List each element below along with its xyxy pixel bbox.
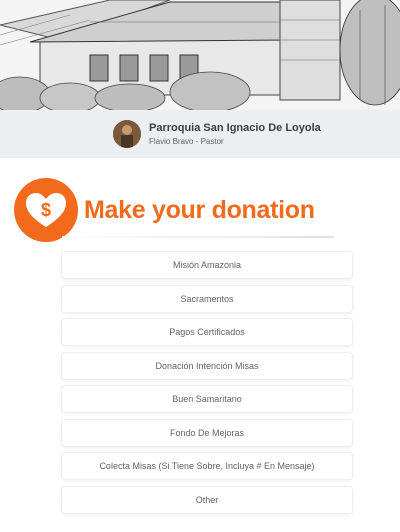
svg-text:$: $ bbox=[41, 200, 51, 220]
organization-header: Parroquia San Ignacio De Loyola Flavio B… bbox=[0, 110, 400, 158]
heart-dollar-icon: $ bbox=[14, 178, 78, 242]
option-other[interactable]: Other bbox=[62, 486, 352, 513]
option-colecta-misas[interactable]: Colecta Misas (Si Tiene Sobre, Incluya #… bbox=[62, 453, 352, 479]
option-fondo-de-mejoras[interactable]: Fondo De Mejoras bbox=[62, 419, 352, 446]
donation-options: Misión Amazonia Sacramentos Pagos Certif… bbox=[62, 252, 352, 520]
option-pagos-certificados[interactable]: Pagos Certificados bbox=[62, 319, 352, 345]
church-sketch-image bbox=[0, 0, 400, 110]
option-sacramentos[interactable]: Sacramentos bbox=[62, 285, 352, 312]
pastor-subtitle: Flavio Bravo - Pastor bbox=[149, 137, 224, 146]
donation-title: Make your donation bbox=[84, 196, 315, 224]
option-buen-samaritano[interactable]: Buen Samaritano bbox=[62, 386, 352, 412]
avatar bbox=[113, 120, 141, 148]
organization-name: Parroquia San Ignacio De Loyola bbox=[149, 122, 321, 134]
option-donacion-intencion-misas[interactable]: Donación Intención Misas bbox=[62, 352, 352, 379]
option-mision-amazonia[interactable]: Misión Amazonia bbox=[62, 252, 352, 278]
divider bbox=[62, 236, 334, 238]
